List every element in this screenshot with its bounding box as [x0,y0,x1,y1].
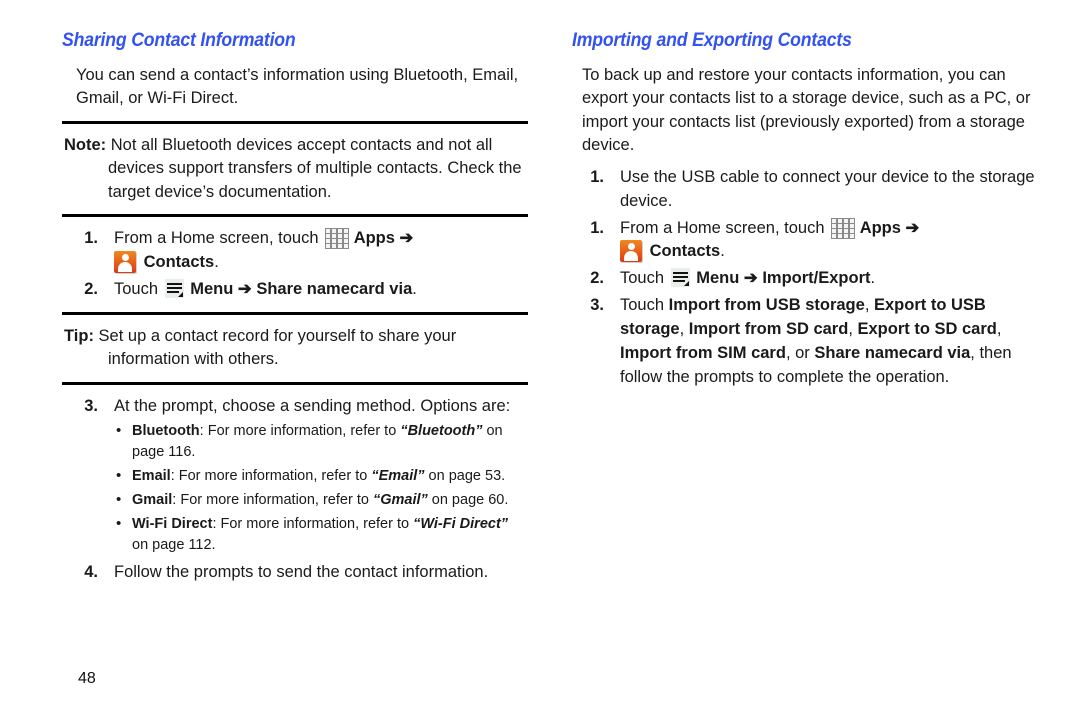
menu-label: Menu [696,269,740,288]
left-column: Sharing Contact Information You can send… [0,0,540,720]
option-share-namecard: Share namecard via [814,344,971,363]
apps-grid-icon [325,228,350,250]
option-term: Gmail [132,491,173,508]
step-conjunction: , or [785,344,815,363]
step-number: 1. [590,218,604,237]
step-number: 3. [84,396,98,415]
menu-label: Menu [190,279,234,298]
step-text-post: . [720,242,725,261]
option-reference: “Email” [371,468,425,485]
step-number: 3. [590,296,604,315]
note-text: Not all Bluetooth devices accept contact… [108,135,522,201]
option-reference: “Bluetooth” [400,422,483,439]
option-import-sim: Import from SIM card [620,344,786,363]
arrow-icon: ➔ [743,269,758,288]
divider-below-note [62,214,528,218]
option-term: Bluetooth [132,422,200,439]
step-item: 4. Follow the prompts to send the contac… [62,561,528,585]
step-text-pre: Touch [620,296,669,315]
tip-callout: Tip: Set up a contact record for yoursel… [62,325,528,372]
list-item: • Wi-Fi Direct: For more information, re… [114,514,528,558]
manual-page: Sharing Contact Information You can send… [0,0,1080,720]
steps-list-sharing-a: 1. From a Home screen, touch Apps ➔ Cont… [62,227,528,302]
page-title-sharing-contact-information: Sharing Contact Information [62,30,296,51]
option-mid: : For more information, refer to [199,422,401,439]
option-tail: on page 60. [427,491,509,508]
list-item: • Bluetooth: For more information, refer… [114,421,528,465]
list-item: • Email: For more information, refer to … [114,466,528,488]
list-item: • Gmail: For more information, refer to … [114,490,528,512]
option-mid: : For more information, refer to [170,468,372,485]
apps-grid-icon [831,217,856,239]
intro-paragraph-right: To back up and restore your contacts inf… [582,66,1031,155]
option-tail: on page 53. [424,468,506,485]
option-reference: “Gmail” [372,491,428,508]
intro-paragraph-left: You can send a contact’s information usi… [76,66,519,108]
page-title-importing-exporting-contacts: Importing and Exporting Contacts [572,30,852,51]
arrow-icon: ➔ [399,229,414,248]
note-callout: Note: Not all Bluetooth devices accept c… [62,134,528,204]
divider-below-tip [62,381,528,385]
menu-target-label: Import/Export [762,269,871,288]
bullet-dot-icon: • [116,514,122,532]
step-number: 1. [84,229,98,248]
right-column: Importing and Exporting Contacts To back… [540,0,1080,720]
step-text-pre: From a Home screen, touch [620,218,825,237]
option-import-sd: Import from SD card [688,320,849,339]
option-reference: “Wi-Fi Direct” [413,515,509,532]
step-number: 1. [590,167,604,186]
option-tail: on page 112. [132,537,216,554]
contacts-person-icon [114,251,136,274]
bullet-dot-icon: • [116,467,122,485]
step-text: Use the USB cable to connect your device… [620,167,1035,210]
step-text-pre: From a Home screen, touch [114,229,319,248]
step-text-post: . [870,269,876,288]
step-item: 1. From a Home screen, touch Apps ➔ Cont… [572,217,1040,265]
contacts-label: Contacts [143,253,215,272]
step-item: 1. Use the USB cable to connect your dev… [572,166,1040,214]
arrow-icon: ➔ [905,218,920,237]
step-item: 1. From a Home screen, touch Apps ➔ Cont… [62,227,528,275]
step-item: 2. Touch Menu ➔ Import/Export. [572,267,1040,291]
steps-list-sharing-b: 3. At the prompt, choose a sending metho… [62,395,528,585]
tip-label: Tip: [64,326,94,345]
option-term: Wi-Fi Direct [132,515,213,532]
steps-list-import-export: 1. Use the USB cable to connect your dev… [572,166,1040,390]
step-number: 2. [590,269,604,288]
step-text-pre: Touch [620,269,665,288]
step-item: 2. Touch Menu ➔ Share namecard via. [62,278,528,302]
apps-label: Apps [353,229,395,248]
contacts-person-icon [620,240,642,263]
option-mid: : For more information, refer to [172,491,373,508]
divider-above-tip [62,311,528,315]
menu-target-label: Share namecard via [256,279,413,298]
step-text-pre: Touch [114,279,159,298]
sending-method-options: • Bluetooth: For more information, refer… [114,421,528,558]
note-label: Note: [64,135,107,154]
step-number: 2. [84,279,98,298]
option-export-sd: Export to SD card [857,320,997,339]
option-import-usb: Import from USB storage [668,296,865,315]
menu-hamburger-icon [164,278,184,298]
step-item: 3. At the prompt, choose a sending metho… [62,395,528,557]
bullet-dot-icon: • [116,421,122,439]
option-mid: : For more information, refer to [212,515,414,532]
step-text-post: . [412,279,417,298]
step-number: 4. [84,563,98,582]
step-item: 3. Touch Import from USB storage, Export… [572,294,1040,390]
step-text-post: . [214,253,219,272]
page-number: 48 [78,670,96,687]
arrow-icon: ➔ [237,279,252,298]
step-text: At the prompt, choose a sending method. … [114,396,511,415]
bullet-dot-icon: • [116,490,122,508]
apps-label: Apps [859,218,901,237]
option-term: Email [132,468,171,485]
menu-hamburger-icon [670,268,690,288]
divider-above-note [62,120,528,124]
tip-text: Set up a contact record for yourself to … [98,326,457,369]
contacts-label: Contacts [649,242,721,261]
step-text: Follow the prompts to send the contact i… [114,563,489,582]
